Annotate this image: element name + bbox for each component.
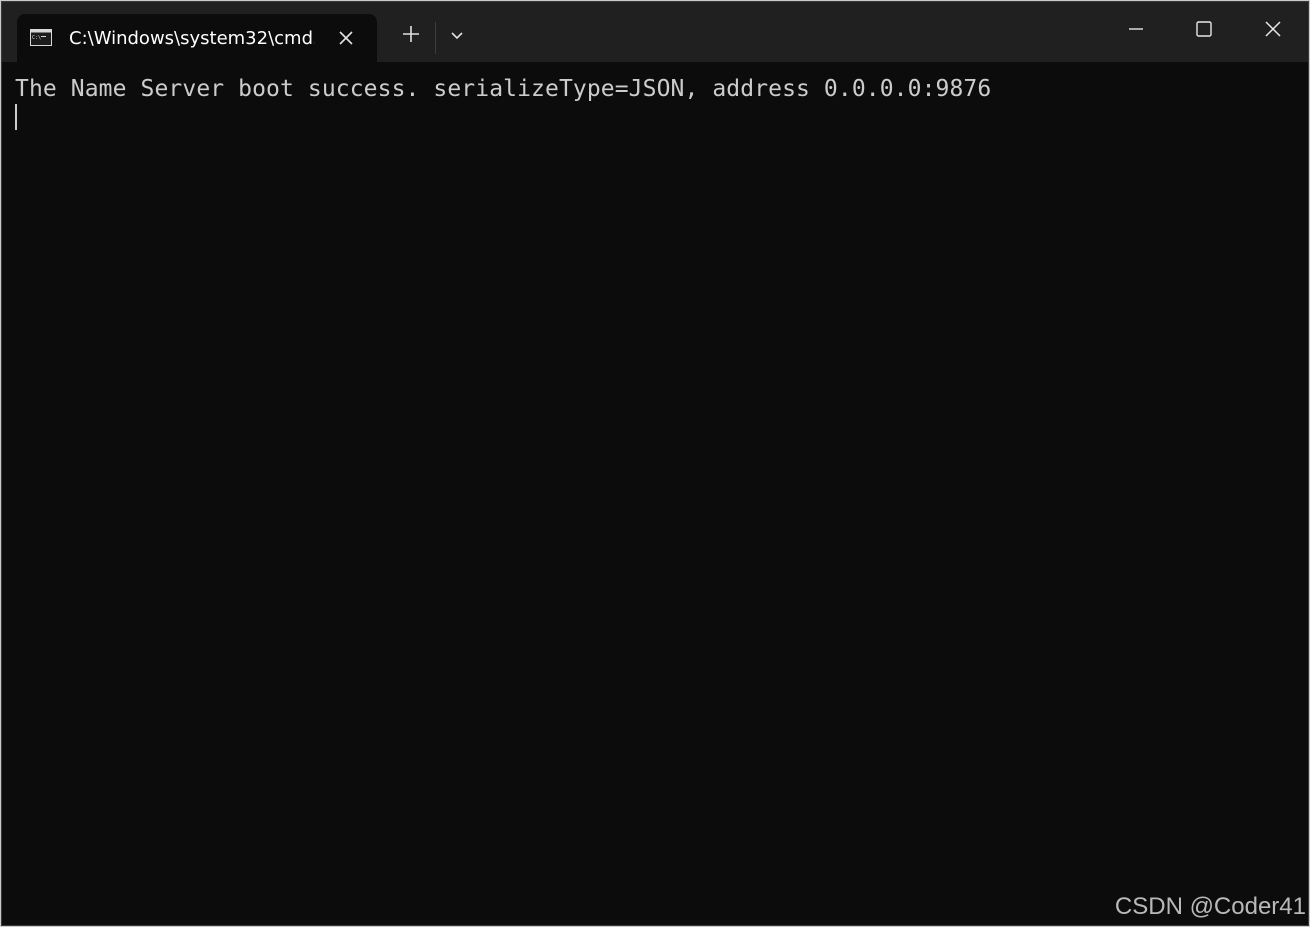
watermark: CSDN @Coder41 bbox=[1114, 893, 1306, 920]
text-cursor bbox=[15, 104, 17, 130]
maximize-button[interactable] bbox=[1170, 2, 1238, 60]
console-icon: C:\ bbox=[30, 29, 52, 46]
tab-dropdown-button[interactable] bbox=[440, 16, 474, 56]
title-bar[interactable]: C:\ C:\Windows\system32\cmd.exe bbox=[2, 2, 1308, 62]
close-icon bbox=[1264, 20, 1282, 43]
minimize-icon bbox=[1127, 20, 1145, 43]
console-output[interactable]: The Name Server boot success. serializeT… bbox=[2, 62, 1308, 925]
tab-separator bbox=[435, 22, 436, 54]
minimize-button[interactable] bbox=[1102, 2, 1170, 60]
terminal-window: C:\ C:\Windows\system32\cmd.exe bbox=[1, 1, 1309, 926]
tab-title: C:\Windows\system32\cmd.exe bbox=[69, 28, 315, 49]
new-tab-button[interactable] bbox=[391, 16, 431, 56]
tab-cmd[interactable]: C:\ C:\Windows\system32\cmd.exe bbox=[17, 14, 377, 62]
tab-close-icon[interactable] bbox=[335, 27, 357, 49]
plus-icon bbox=[402, 25, 420, 48]
chevron-down-icon bbox=[450, 27, 464, 45]
svg-text:C:\: C:\ bbox=[32, 35, 41, 41]
console-line: The Name Server boot success. serializeT… bbox=[15, 76, 992, 102]
close-button[interactable] bbox=[1239, 2, 1307, 60]
maximize-icon bbox=[1195, 20, 1213, 43]
